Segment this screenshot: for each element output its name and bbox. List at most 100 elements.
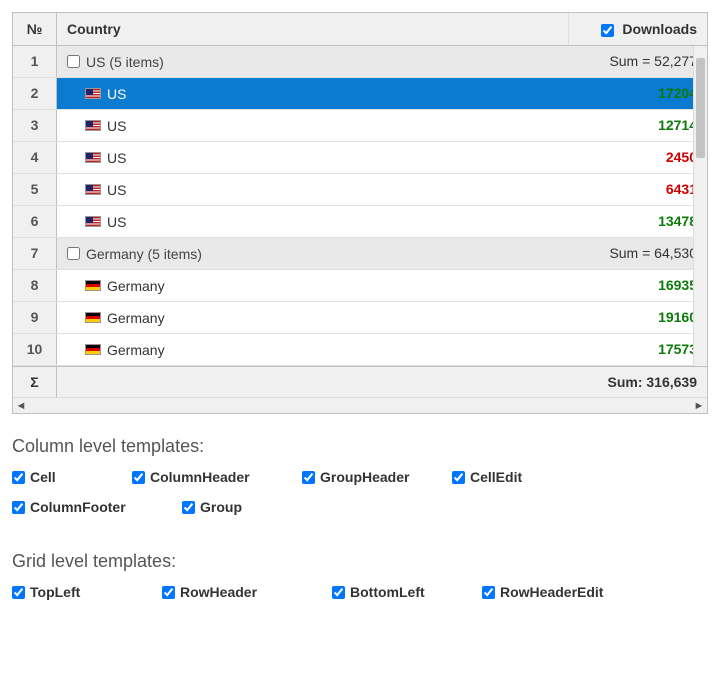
chk-rowheader[interactable]: [162, 586, 175, 599]
downloads-value: 19160: [569, 302, 707, 333]
row-number: 2: [13, 78, 57, 109]
header-downloads[interactable]: Downloads: [569, 13, 707, 45]
country-label: US: [107, 214, 126, 230]
data-grid: № Country Downloads 1US (5 items)Sum = 5…: [12, 12, 708, 414]
row-country-cell: Germany (5 items): [57, 238, 569, 269]
downloads-value: 13478: [569, 206, 707, 237]
horizontal-scrollbar[interactable]: ◄ ►: [13, 397, 707, 413]
chk-columnheader[interactable]: [132, 471, 145, 484]
de-flag-icon: [85, 344, 101, 355]
grid-header-row: № Country Downloads: [13, 13, 707, 46]
row-country-cell: US: [57, 142, 569, 173]
chk-columnfooter[interactable]: [12, 501, 25, 514]
downloads-value: 12714: [569, 110, 707, 141]
row-number: 4: [13, 142, 57, 173]
row-number: 9: [13, 302, 57, 333]
lbl-cell: Cell: [30, 469, 56, 485]
table-row[interactable]: 5 US 6431: [13, 174, 707, 206]
de-flag-icon: [85, 312, 101, 323]
footer-sum: Sum: 316,639: [569, 367, 707, 397]
downloads-header-checkbox[interactable]: [601, 24, 614, 37]
country-label: US: [107, 86, 126, 102]
scroll-right-arrow-icon[interactable]: ►: [693, 400, 705, 412]
vertical-scrollbar-thumb[interactable]: [696, 58, 705, 158]
header-country[interactable]: Country: [57, 13, 569, 45]
lbl-rowheader: RowHeader: [180, 584, 257, 600]
group-row[interactable]: 1US (5 items)Sum = 52,277: [13, 46, 707, 78]
lbl-group: Group: [200, 499, 242, 515]
us-flag-icon: [85, 184, 101, 195]
group-checkbox[interactable]: [67, 55, 80, 68]
us-flag-icon: [85, 152, 101, 163]
row-country-cell: Germany: [57, 334, 569, 365]
scroll-left-arrow-icon[interactable]: ◄: [15, 400, 27, 412]
chk-bottomleft[interactable]: [332, 586, 345, 599]
grid-templates-title: Grid level templates:: [12, 551, 710, 572]
country-label: Germany: [107, 310, 165, 326]
country-label: Germany: [107, 278, 165, 294]
grid-body: 1US (5 items)Sum = 52,2772US172043US1271…: [13, 46, 707, 366]
downloads-value: 6431: [569, 174, 707, 205]
downloads-value: 17204: [569, 78, 707, 109]
lbl-columnfooter: ColumnFooter: [30, 499, 126, 515]
header-downloads-label: Downloads: [622, 21, 697, 37]
us-flag-icon: [85, 88, 101, 99]
row-number: 10: [13, 334, 57, 365]
footer-country-blank: [57, 367, 569, 397]
lbl-celledit: CellEdit: [470, 469, 522, 485]
table-row[interactable]: 2 US 17204: [13, 78, 707, 110]
us-flag-icon: [85, 120, 101, 131]
grid-templates-checks: TopLeft RowHeader BottomLeft RowHeaderEd…: [12, 584, 710, 614]
downloads-value: 17573: [569, 334, 707, 365]
row-country-cell: US: [57, 174, 569, 205]
footer-sigma: Σ: [13, 367, 57, 397]
lbl-bottomleft: BottomLeft: [350, 584, 425, 600]
table-row[interactable]: 6 US 13478: [13, 206, 707, 238]
chk-topleft[interactable]: [12, 586, 25, 599]
lbl-columnheader: ColumnHeader: [150, 469, 250, 485]
row-country-cell: US: [57, 110, 569, 141]
column-templates-title: Column level templates:: [12, 436, 710, 457]
group-sum: Sum = 64,530: [569, 238, 707, 269]
header-num[interactable]: №: [13, 13, 57, 45]
row-number: 1: [13, 46, 57, 77]
table-row[interactable]: 4 US 2450: [13, 142, 707, 174]
lbl-rowheaderedit: RowHeaderEdit: [500, 584, 603, 600]
table-row[interactable]: 3 US 12714: [13, 110, 707, 142]
row-country-cell: US (5 items): [57, 46, 569, 77]
chk-rowheaderedit[interactable]: [482, 586, 495, 599]
chk-celledit[interactable]: [452, 471, 465, 484]
row-country-cell: Germany: [57, 270, 569, 301]
row-number: 7: [13, 238, 57, 269]
table-row[interactable]: 9 Germany 19160: [13, 302, 707, 334]
row-number: 5: [13, 174, 57, 205]
table-row[interactable]: 8 Germany 16935: [13, 270, 707, 302]
group-label: US (5 items): [86, 54, 164, 70]
chk-group[interactable]: [182, 501, 195, 514]
vertical-scrollbar[interactable]: [693, 46, 707, 366]
row-number: 3: [13, 110, 57, 141]
lbl-topleft: TopLeft: [30, 584, 80, 600]
row-country-cell: US: [57, 78, 569, 109]
table-row[interactable]: 10 Germany 17573: [13, 334, 707, 366]
country-label: US: [107, 182, 126, 198]
row-country-cell: Germany: [57, 302, 569, 333]
group-checkbox[interactable]: [67, 247, 80, 260]
chk-cell[interactable]: [12, 471, 25, 484]
row-number: 6: [13, 206, 57, 237]
country-label: US: [107, 150, 126, 166]
downloads-value: 16935: [569, 270, 707, 301]
row-country-cell: US: [57, 206, 569, 237]
column-templates-checks: Cell ColumnHeader GroupHeader CellEdit C…: [12, 469, 710, 529]
lbl-groupheader: GroupHeader: [320, 469, 409, 485]
country-label: Germany: [107, 342, 165, 358]
row-number: 8: [13, 270, 57, 301]
us-flag-icon: [85, 216, 101, 227]
de-flag-icon: [85, 280, 101, 291]
group-row[interactable]: 7 Germany (5 items) Sum = 64,530: [13, 238, 707, 270]
chk-groupheader[interactable]: [302, 471, 315, 484]
grid-footer-row: Σ Sum: 316,639: [13, 366, 707, 397]
group-label: Germany (5 items): [86, 246, 202, 262]
downloads-value: 2450: [569, 142, 707, 173]
country-label: US: [107, 118, 126, 134]
